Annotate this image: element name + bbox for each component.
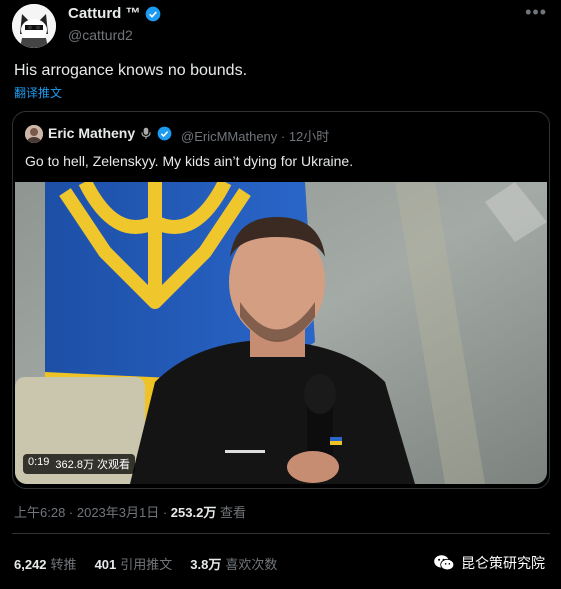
translate-link[interactable]: 翻译推文 [14,84,62,101]
tweet-timestamp[interactable]: 上午6:28 · 2023年3月1日 · [14,505,171,520]
quoted-tweet-card[interactable]: Eric Matheny @EricMMatheny · 12小时 Go to … [12,111,550,489]
watermark-label: 昆仑策研究院 [461,555,545,571]
tweet-text: His arrogance knows no bounds. [14,62,248,79]
retweets-stat[interactable]: 6,242 转推 [14,554,77,573]
cat-avatar-icon [12,4,56,48]
tweet-meta: 上午6:28 · 2023年3月1日 · 253.2万 查看 [14,502,246,521]
author-name[interactable]: Catturd ™ [68,5,141,22]
likes-label: 喜欢次数 [225,557,278,572]
author-handle[interactable]: @catturd2 [68,27,133,43]
quote-author-name-row[interactable]: Eric Matheny [48,125,172,141]
person-avatar-icon [25,125,43,143]
retweets-label: 转推 [50,557,77,572]
video-duration: 0:19 [28,456,50,468]
quotes-count: 401 [94,557,117,572]
tweet-views-label: 查看 [219,505,246,520]
video-info-badge: 0:19 362.8万 次观看 [23,454,136,474]
tweet-views-count: 253.2万 [170,505,217,520]
wechat-icon [434,555,455,571]
verified-badge-icon [145,6,160,21]
author-name-row[interactable]: Catturd ™ [68,5,161,22]
more-icon[interactable]: ••• [525,2,547,23]
likes-count: 3.8万 [190,557,222,572]
video-views: 362.8万 次观看 [55,459,131,471]
verified-badge-icon [157,126,172,140]
retweets-count: 6,242 [14,557,47,572]
quotes-label: 引用推文 [120,557,173,572]
divider [12,533,550,534]
watermark: 昆仑策研究院 [433,553,545,573]
quotes-stat[interactable]: 401 引用推文 [95,554,173,573]
video-frame [15,182,547,484]
microphone-icon [141,127,151,139]
likes-stat[interactable]: 3.8万 喜欢次数 [190,554,277,573]
quote-author-avatar[interactable] [25,125,43,143]
author-avatar[interactable] [12,4,56,48]
video-player[interactable]: 0:19 362.8万 次观看 [15,182,547,484]
quote-text: Go to hell, Zelenskyy. My kids ain’t dyi… [25,153,354,169]
quote-author-handle-time[interactable]: @EricMMatheny · 12小时 [181,126,329,145]
engagement-stats: 6,242 转推 401 引用推文 3.8万 喜欢次数 [14,554,277,573]
quote-author-name[interactable]: Eric Matheny [48,125,135,141]
